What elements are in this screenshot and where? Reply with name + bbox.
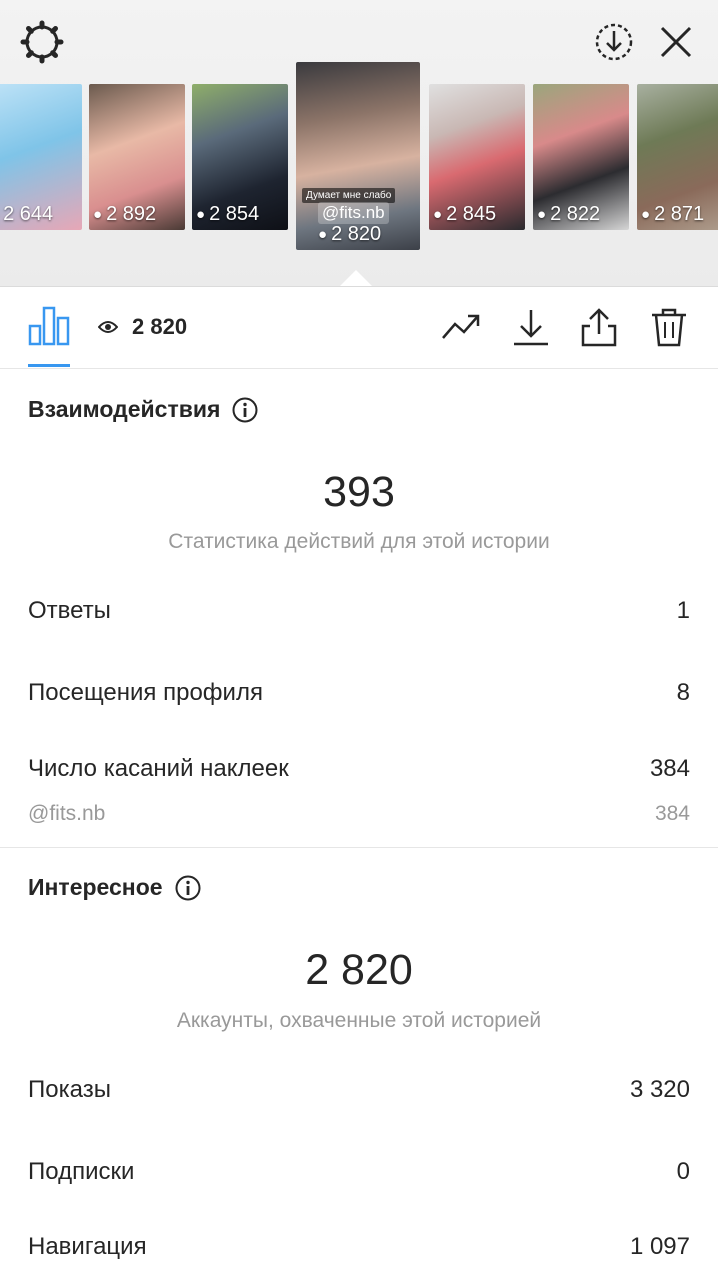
discovery-caption: Аккаунты, охваченные этой историей (176, 1009, 542, 1032)
info-icon[interactable] (175, 875, 201, 901)
story-thumbnail[interactable]: ● 2 845 (429, 84, 525, 230)
eye-icon (98, 321, 118, 333)
story-views: ● 2 822 (537, 203, 601, 225)
story-thumbnail[interactable]: ● 2 854 (192, 84, 288, 230)
stat-row-follows: Подписки 0 (28, 1158, 690, 1185)
interactions-caption: Статистика действий для этой истории (168, 530, 550, 553)
trash-icon[interactable] (648, 306, 690, 348)
stat-row-navigation: Навигация 1 097 (28, 1233, 690, 1260)
views-count: 2 820 (98, 314, 187, 340)
eye-icon: ● (93, 206, 103, 223)
story-thumbnail[interactable]: ●2 644 (0, 84, 82, 230)
eye-icon: ● (318, 226, 328, 243)
eye-icon: ● (196, 206, 206, 223)
story-thumbnail-strip[interactable]: ●2 644 ●2 892 ●2 854 Думает мне слабо @f… (0, 62, 718, 252)
share-icon[interactable] (578, 306, 620, 348)
interactions-heading: Взаимодействия (28, 396, 258, 423)
story-thumbnail[interactable]: ● 2 892 (89, 84, 185, 230)
save-story-icon[interactable] (592, 20, 636, 64)
stat-row-replies: Ответы 1 (28, 597, 690, 624)
tab-indicator (28, 364, 70, 367)
close-icon[interactable] (654, 20, 698, 64)
insights-toolbar: 2 820 (0, 286, 718, 369)
eye-icon: ● (433, 206, 443, 223)
stat-row-profile-visits: Посещения профиля 8 (28, 679, 690, 706)
trending-icon[interactable] (440, 306, 482, 348)
story-thumbnail[interactable]: ● 2 871 (637, 84, 718, 230)
section-divider (0, 847, 718, 848)
eye-icon: ● (641, 206, 651, 223)
settings-icon[interactable] (20, 20, 64, 64)
story-views: ● 2 854 (196, 203, 260, 225)
story-thumbnail[interactable]: ● 2 822 (533, 84, 629, 230)
selected-story-pointer (340, 270, 372, 286)
eye-icon: ● (537, 206, 547, 223)
insights-bar-chart-icon[interactable] (28, 306, 70, 346)
stat-row-impressions: Показы 3 320 (28, 1076, 690, 1103)
story-views: ● 2 871 (641, 203, 705, 225)
story-views: ●2 644 (3, 203, 54, 225)
discovery-total: 2 820 (305, 946, 413, 994)
story-views: ● 2 845 (433, 203, 497, 225)
mention-sticker: @fits.nb (318, 202, 389, 224)
story-views: ● 2 892 (93, 203, 157, 225)
stat-subrow-sticker: @fits.nb 384 (28, 802, 690, 825)
interactions-total: 393 (323, 468, 395, 516)
story-views: ● 2 820 (318, 223, 382, 245)
stat-row-sticker-taps: Число касаний наклеек 384 (28, 755, 690, 782)
info-icon[interactable] (232, 397, 258, 423)
story-caption: Думает мне слабо (302, 188, 396, 203)
stories-header: ●2 644 ●2 892 ●2 854 Думает мне слабо @f… (0, 0, 718, 287)
discovery-heading: Интересное (28, 874, 201, 901)
story-thumbnail-selected[interactable]: Думает мне слабо @fits.nb ● 2 820 (296, 62, 420, 250)
download-icon[interactable] (510, 306, 552, 348)
